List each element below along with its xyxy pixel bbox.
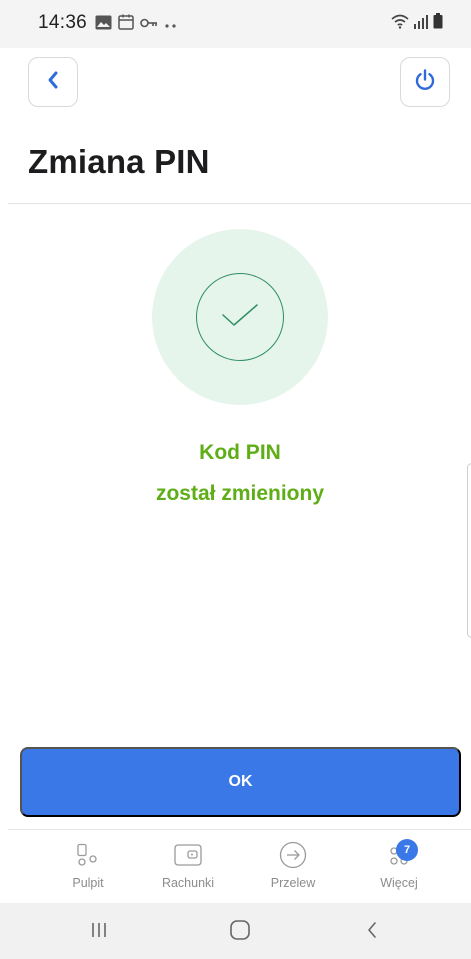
tab-wiecej-label: Więcej — [380, 876, 418, 890]
battery-icon — [433, 13, 443, 34]
check-icon — [220, 301, 260, 334]
home-button[interactable] — [220, 917, 260, 947]
tab-pulpit-label: Pulpit — [72, 876, 104, 890]
tab-przelew[interactable]: Przelew — [243, 831, 343, 901]
tabbar-divider — [8, 829, 471, 830]
calendar-icon — [118, 14, 134, 35]
title-divider — [8, 203, 471, 204]
logout-button[interactable] — [400, 57, 450, 107]
chevron-left-icon — [46, 70, 60, 95]
signal-icon — [413, 14, 429, 34]
tab-pulpit[interactable]: Pulpit — [38, 831, 138, 901]
notification-badge: 7 — [396, 839, 418, 861]
image-icon — [95, 15, 112, 35]
success-message-title: Kod PIN — [199, 441, 281, 464]
tab-rachunki-label: Rachunki — [161, 876, 215, 890]
recents-icon — [91, 921, 107, 944]
wallet-icon — [172, 839, 204, 871]
status-bar: 14:36 — [0, 0, 471, 48]
home-icon — [229, 919, 251, 946]
status-time: 14:36 — [38, 12, 88, 33]
edge-panel-handle[interactable] — [467, 463, 471, 638]
dashboard-icon — [72, 839, 104, 871]
back-icon — [366, 920, 378, 945]
more-dots-icon — [164, 16, 178, 34]
success-ring — [196, 273, 284, 361]
back-button[interactable] — [28, 57, 78, 107]
page-title: Zmiana PIN — [28, 143, 210, 180]
notification-icons — [95, 14, 178, 35]
system-back-button[interactable] — [352, 917, 392, 947]
transfer-arrow-icon — [277, 839, 309, 871]
tab-rachunki[interactable]: Rachunki — [138, 831, 238, 901]
recents-button[interactable] — [79, 917, 119, 947]
power-icon — [413, 68, 437, 97]
success-message-subtitle: został zmieniony — [155, 482, 325, 505]
system-navigation-bar — [0, 903, 471, 959]
key-icon — [140, 16, 158, 34]
tab-przelew-label: Przelew — [270, 876, 316, 890]
ok-button[interactable]: OK — [20, 747, 461, 817]
wifi-icon — [391, 14, 409, 34]
system-status-icons — [391, 13, 443, 34]
